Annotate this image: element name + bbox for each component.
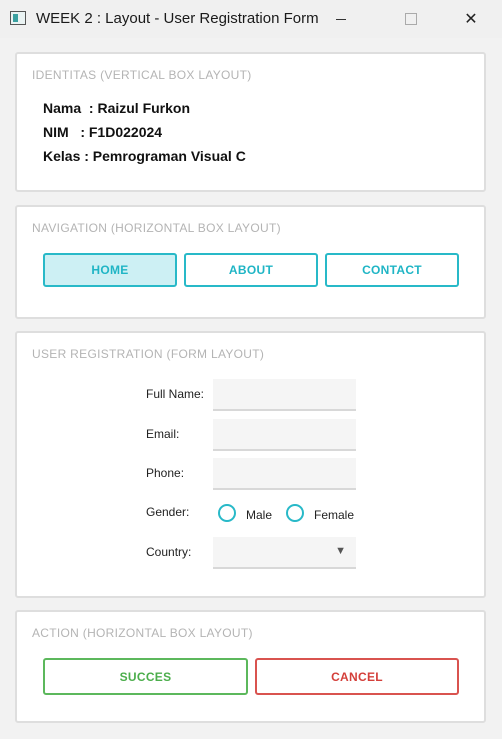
gender-female-radio[interactable] xyxy=(286,504,304,522)
action-group-title: ACTION (HORIZONTAL BOX LAYOUT) xyxy=(32,626,253,640)
email-label: Email: xyxy=(146,427,180,441)
home-button[interactable]: HOME xyxy=(43,253,177,287)
gender-female-label: Female xyxy=(314,508,355,522)
about-button[interactable]: ABOUT xyxy=(184,253,318,287)
close-icon: ✕ xyxy=(464,11,478,28)
email-input[interactable] xyxy=(213,419,356,451)
contact-button[interactable]: CONTACT xyxy=(325,253,459,287)
full-name-label: Full Name: xyxy=(146,387,205,401)
country-select[interactable]: ▼ xyxy=(213,537,356,569)
gender-label: Gender: xyxy=(146,505,190,519)
window-title: WEEK 2 : Layout - User Registration Form xyxy=(36,10,319,27)
gender-male-radio[interactable] xyxy=(218,504,236,522)
close-button[interactable]: ✕ xyxy=(448,0,494,38)
maximize-button[interactable] xyxy=(388,0,434,38)
full-name-input[interactable] xyxy=(213,379,356,411)
navigation-group: NAVIGATION (HORIZONTAL BOX LAYOUT) HOME … xyxy=(15,205,486,319)
action-group: ACTION (HORIZONTAL BOX LAYOUT) SUCCES CA… xyxy=(15,610,486,723)
identity-group-title: IDENTITAS (VERTICAL BOX LAYOUT) xyxy=(32,68,252,82)
registration-group: USER REGISTRATION (FORM LAYOUT) Full Nam… xyxy=(15,331,486,598)
maximize-icon xyxy=(405,13,417,25)
dropdown-arrow-icon: ▼ xyxy=(335,545,346,557)
cancel-button[interactable]: CANCEL xyxy=(255,658,459,695)
nama-label: Nama : Raizul Furkon xyxy=(43,100,191,116)
nim-label: NIM : F1D022024 xyxy=(43,124,163,140)
title-bar: WEEK 2 : Layout - User Registration Form… xyxy=(0,0,502,38)
registration-group-title: USER REGISTRATION (FORM LAYOUT) xyxy=(32,347,265,361)
minimize-icon xyxy=(336,18,346,20)
success-button[interactable]: SUCCES xyxy=(43,658,248,695)
gender-male-label: Male xyxy=(246,508,273,522)
identity-group: IDENTITAS (VERTICAL BOX LAYOUT) Nama : R… xyxy=(15,52,486,192)
country-label: Country: xyxy=(146,545,192,559)
phone-input[interactable] xyxy=(213,458,356,490)
app-icon xyxy=(10,11,26,25)
window-body: IDENTITAS (VERTICAL BOX LAYOUT) Nama : R… xyxy=(0,38,502,739)
phone-label: Phone: xyxy=(146,466,185,480)
navigation-group-title: NAVIGATION (HORIZONTAL BOX LAYOUT) xyxy=(32,221,281,235)
minimize-button[interactable] xyxy=(318,0,364,38)
kelas-label: Kelas : Pemrograman Visual C xyxy=(43,148,246,164)
